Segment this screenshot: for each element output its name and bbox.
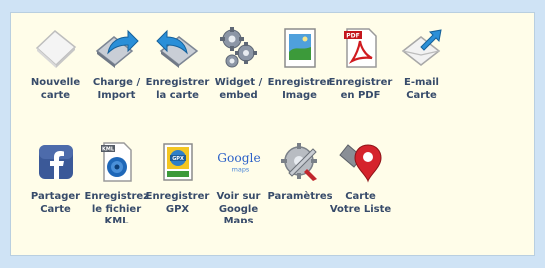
svg-text:PDF: PDF (346, 33, 359, 40)
settings-label: Paramètres (267, 191, 332, 202)
widget-embed-label: Widget / embed (214, 77, 263, 101)
gears-icon (216, 25, 262, 71)
view-google-maps-button[interactable]: Google maps Voir sur Google Maps (208, 139, 269, 223)
toolbar-row-1: Nouvelle carte Charge / Import Enregistr… (25, 25, 452, 113)
image-file-icon (277, 25, 323, 71)
import-arrow-icon (94, 25, 140, 71)
save-map-button[interactable]: Enregistrer la carte (145, 25, 210, 113)
map-your-list-button[interactable]: Carte Votre Liste (330, 139, 391, 223)
svg-text:KML: KML (101, 147, 114, 153)
save-image-label: Enregistrer Image (267, 77, 332, 101)
save-map-label: Enregistrer la carte (145, 77, 210, 101)
save-map-icon (155, 25, 201, 71)
new-map-label: Nouvelle carte (30, 77, 81, 101)
email-map-icon (399, 25, 445, 71)
save-pdf-button[interactable]: PDF Enregistrer en PDF (328, 25, 393, 113)
maps-logo-text: maps (231, 165, 249, 173)
view-google-maps-label: Voir sur Google Maps (216, 191, 261, 223)
email-map-label: E-mail Carte (403, 77, 439, 101)
map-your-list-label: Carte Votre Liste (329, 191, 392, 215)
map-pin-icon (338, 139, 384, 185)
google-logo-text: Google (217, 151, 260, 165)
new-map-button[interactable]: Nouvelle carte (25, 25, 86, 113)
save-kml-button[interactable]: KML Enregistrez le fichier KML (84, 139, 149, 223)
share-map-button[interactable]: Partager Carte (25, 139, 86, 223)
svg-text:GPX: GPX (172, 156, 184, 162)
facebook-icon (33, 139, 79, 185)
import-button[interactable]: Charge / Import (86, 25, 147, 113)
save-gpx-button[interactable]: GPX Enregistrer GPX (145, 139, 210, 223)
email-map-button[interactable]: E-mail Carte (391, 25, 452, 113)
blank-map-icon (33, 25, 79, 71)
save-image-button[interactable]: Enregistrer Image (267, 25, 332, 113)
save-pdf-label: Enregistrer en PDF (328, 77, 393, 101)
save-gpx-label: Enregistrer GPX (145, 191, 210, 215)
export-panel: Nouvelle carte Charge / Import Enregistr… (10, 12, 535, 256)
gpx-file-icon: GPX (155, 139, 201, 185)
google-maps-icon: Google maps (216, 139, 262, 185)
toolbar-row-2: Partager Carte KML Enregistrez le fichie… (25, 139, 391, 223)
share-map-label: Partager Carte (30, 191, 81, 215)
import-label: Charge / Import (92, 77, 141, 101)
widget-embed-button[interactable]: Widget / embed (208, 25, 269, 113)
settings-tools-icon (277, 139, 323, 185)
settings-button[interactable]: Paramètres (267, 139, 332, 223)
save-kml-label: Enregistrez le fichier KML (84, 191, 149, 223)
kml-file-icon: KML (94, 139, 140, 185)
pdf-file-icon: PDF (338, 25, 384, 71)
